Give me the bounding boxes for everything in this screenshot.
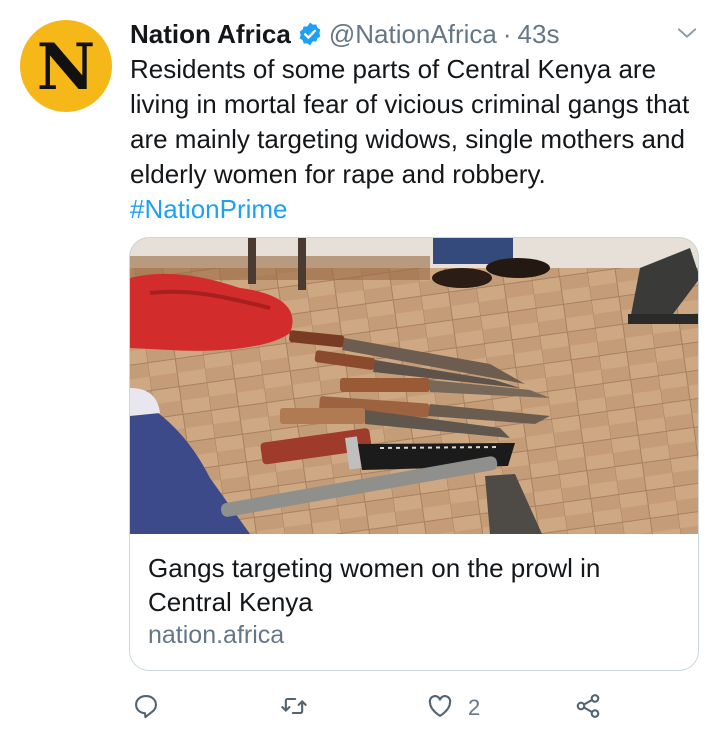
card-body: Gangs targeting women on the prowl in Ce… [148,551,680,650]
reply-button[interactable] [132,688,160,728]
tweet-text: Residents of some parts of Central Kenya… [130,52,700,227]
timestamp[interactable]: 43s [518,19,560,50]
tweet-body: Residents of some parts of Central Kenya… [130,54,690,189]
retweet-button[interactable] [280,688,308,728]
card-image [130,238,698,534]
verified-badge-icon [297,21,323,47]
handle[interactable]: @NationAfrica [329,19,497,50]
link-card[interactable]: Gangs targeting women on the prowl in Ce… [129,237,699,671]
card-domain: nation.africa [148,621,285,649]
separator-dot: · [502,18,512,49]
avatar-letter: N [36,30,96,105]
like-button[interactable]: 2 [426,688,480,728]
reply-icon [132,692,160,725]
retweet-icon [280,692,308,725]
like-count: 2 [468,695,481,720]
action-bar: 2 [130,688,610,728]
share-button[interactable] [574,688,602,728]
hashtag-link[interactable]: #NationPrime [130,194,288,224]
chevron-down-icon[interactable] [676,22,698,44]
card-title: Gangs targeting women on the prowl in Ce… [148,553,601,617]
heart-icon [426,692,454,725]
display-name[interactable]: Nation Africa [130,19,291,50]
share-icon [574,692,602,725]
tweet-header: Nation Africa @NationAfrica · 43s [130,14,700,54]
avatar[interactable]: N [20,20,112,112]
